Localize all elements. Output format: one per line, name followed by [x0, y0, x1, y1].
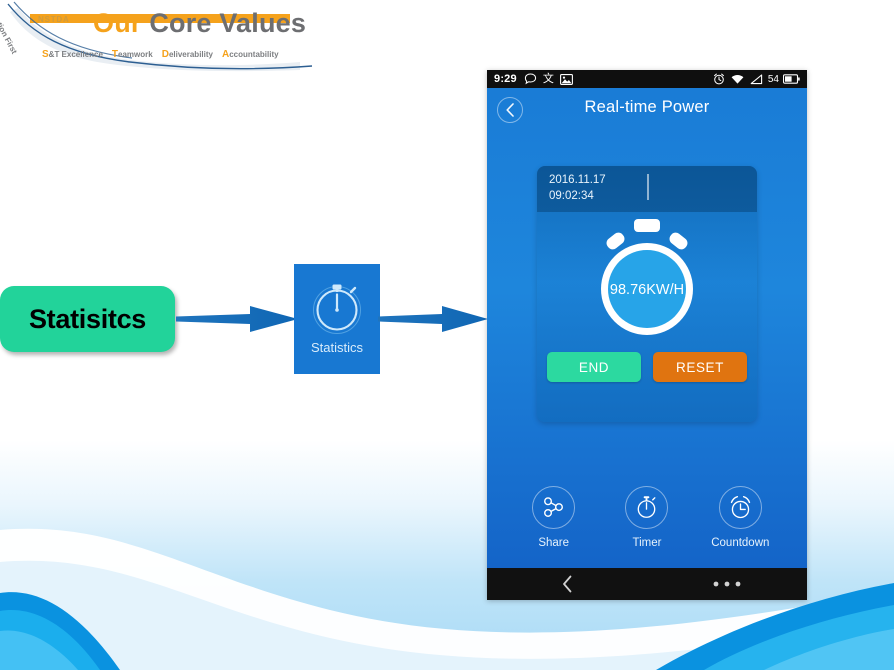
- action-item-label: Countdown: [711, 537, 770, 549]
- card-divider: [647, 174, 649, 200]
- core-value-initial: S: [42, 49, 49, 60]
- signal-icon: [750, 73, 763, 84]
- flow-arrow-1: [176, 306, 298, 332]
- statistics-app-icon-label: Statistics: [310, 340, 363, 355]
- stopwatch-icon: [638, 496, 656, 518]
- card-timestamp-bar: 2016.11.17 09:02:34: [537, 166, 757, 212]
- core-value-item: Deliverability: [162, 49, 213, 60]
- page-title-rest: Core Values: [149, 8, 307, 38]
- app-bar-title: Real-time Power: [584, 98, 710, 116]
- image-icon: [559, 73, 573, 85]
- battery-icon: [783, 74, 800, 84]
- statistics-app-icon[interactable]: Statistics: [294, 264, 380, 374]
- page-title: Our Core Values: [93, 8, 306, 39]
- chevron-left-icon: [562, 575, 571, 593]
- phone-status-bar: 9:29 文 54: [487, 70, 807, 88]
- header-banner: NSTDA Nation First Our Core Values S&T E…: [0, 0, 330, 72]
- stopwatch-icon: [313, 284, 361, 334]
- action-item-share[interactable]: Share: [517, 486, 591, 549]
- nav-back-button[interactable]: [487, 575, 647, 593]
- status-bar-time: 9:29: [494, 73, 517, 85]
- wifi-icon: [731, 74, 744, 84]
- flow-arrow-2: [378, 306, 488, 332]
- alarm-clock-icon: [730, 496, 750, 519]
- phone-action-row: Share Timer Countdown: [487, 486, 807, 568]
- card-date: 2016.11.17: [549, 174, 606, 186]
- reset-button[interactable]: RESET: [653, 352, 747, 382]
- phone-app-bar: Real-time Power: [487, 88, 807, 132]
- action-icon-circle: [625, 486, 669, 529]
- background-corner-left: [0, 592, 120, 670]
- stopwatch-icon: 98.76KW/H: [601, 219, 693, 335]
- core-value-rest: ccountability: [229, 50, 279, 59]
- end-button[interactable]: END: [547, 352, 641, 382]
- share-icon: [544, 497, 564, 517]
- core-value-item: S&T Excellence: [42, 49, 103, 60]
- core-value-item: Teamwork: [112, 49, 153, 60]
- core-value-rest: eamwork: [118, 50, 153, 59]
- core-value-rest: &T Excellence: [48, 50, 103, 59]
- card-button-row: END RESET: [537, 352, 757, 386]
- statistics-flow-box-label: Statisitcs: [28, 303, 147, 334]
- core-value-item: Accountability: [222, 49, 279, 60]
- statistics-flow-box[interactable]: Statisitcs: [0, 286, 175, 352]
- end-button-label: END: [578, 359, 610, 375]
- action-item-label: Share: [538, 537, 569, 549]
- card-time: 09:02:34: [549, 190, 594, 202]
- core-value-rest: eliverability: [168, 50, 213, 59]
- alarm-icon: [713, 73, 724, 85]
- action-icon-circle: [718, 486, 762, 529]
- core-value-initial: D: [161, 49, 169, 60]
- nav-menu-button[interactable]: [647, 580, 807, 588]
- phone-nav-bar: [487, 568, 807, 600]
- power-gauge: 98.76KW/H: [537, 216, 757, 346]
- input-method-icon: 文: [542, 72, 554, 85]
- realtime-power-card: 2016.11.17 09:02:34 98.76KW/H END RESET: [537, 166, 757, 422]
- page-title-accent: Our: [93, 8, 142, 38]
- core-values-list: S&T Excellence Teamwork Deliverability Acco…: [42, 49, 288, 60]
- action-item-label: Timer: [632, 537, 662, 549]
- action-item-timer[interactable]: Timer: [610, 486, 684, 549]
- svg-text:98.76KW/H: 98.76KW/H: [610, 282, 684, 298]
- overflow-menu-icon: [713, 581, 741, 587]
- action-item-countdown[interactable]: Countdown: [703, 486, 777, 549]
- message-icon: [524, 73, 536, 85]
- reset-button-label: RESET: [675, 359, 724, 375]
- action-icon-circle: [532, 486, 576, 529]
- phone-screenshot: 9:29 文 54 Real-time Power 2016.11.17 09:…: [487, 70, 807, 600]
- nstda-logo-text: NSTDA: [38, 15, 70, 24]
- battery-percent-label: 54: [767, 73, 779, 85]
